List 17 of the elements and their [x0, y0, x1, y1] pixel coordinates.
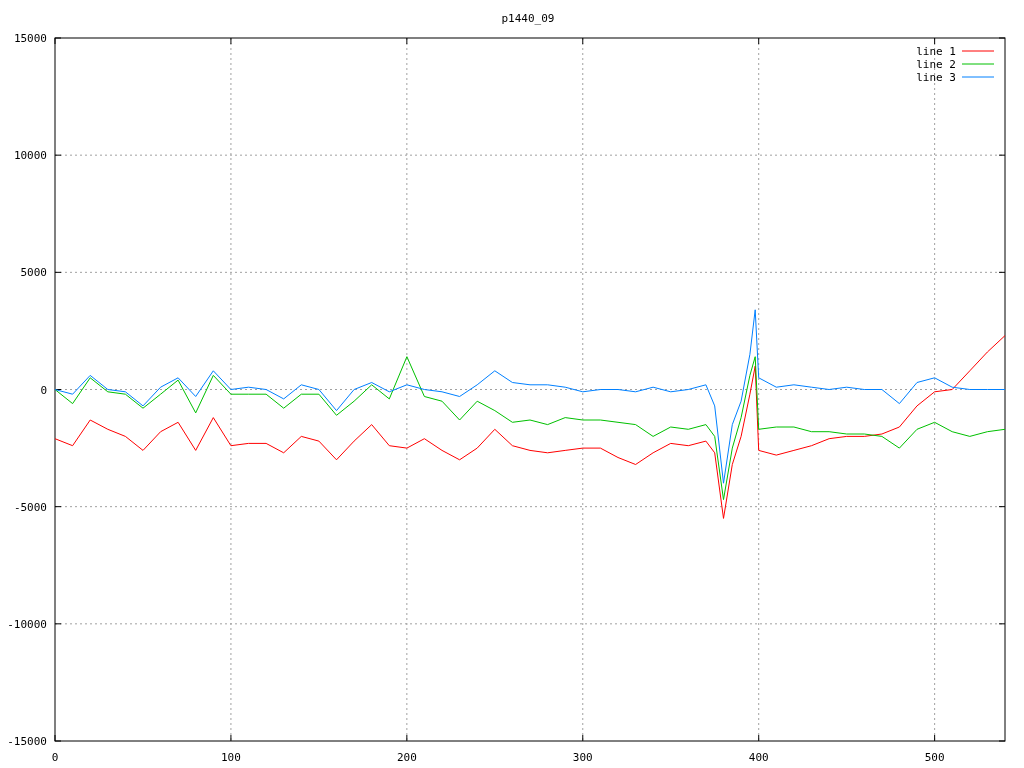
- x-tick-label: 300: [572, 751, 593, 764]
- y-tick-label: 5000: [20, 266, 47, 280]
- x-tick-label: 0: [51, 751, 59, 764]
- y-tick-label: 10000: [13, 149, 47, 163]
- x-tick-label: 200: [396, 751, 417, 764]
- x-tick-label: 400: [748, 751, 769, 764]
- y-tick-label: -15000: [7, 735, 47, 748]
- y-tick-label: 0: [40, 383, 47, 397]
- y-tick-label: -5000: [13, 500, 47, 514]
- y-tick-label: -10000: [7, 617, 47, 631]
- legend-label: line 1: [916, 45, 956, 58]
- legend-label: line 2: [916, 58, 956, 71]
- x-tick-label: 500: [924, 751, 945, 764]
- y-tick-label: 15000: [13, 32, 47, 45]
- legend-label: line 3: [916, 71, 956, 84]
- x-tick-label: 100: [221, 751, 241, 764]
- chart-title: p1440_09: [501, 12, 555, 25]
